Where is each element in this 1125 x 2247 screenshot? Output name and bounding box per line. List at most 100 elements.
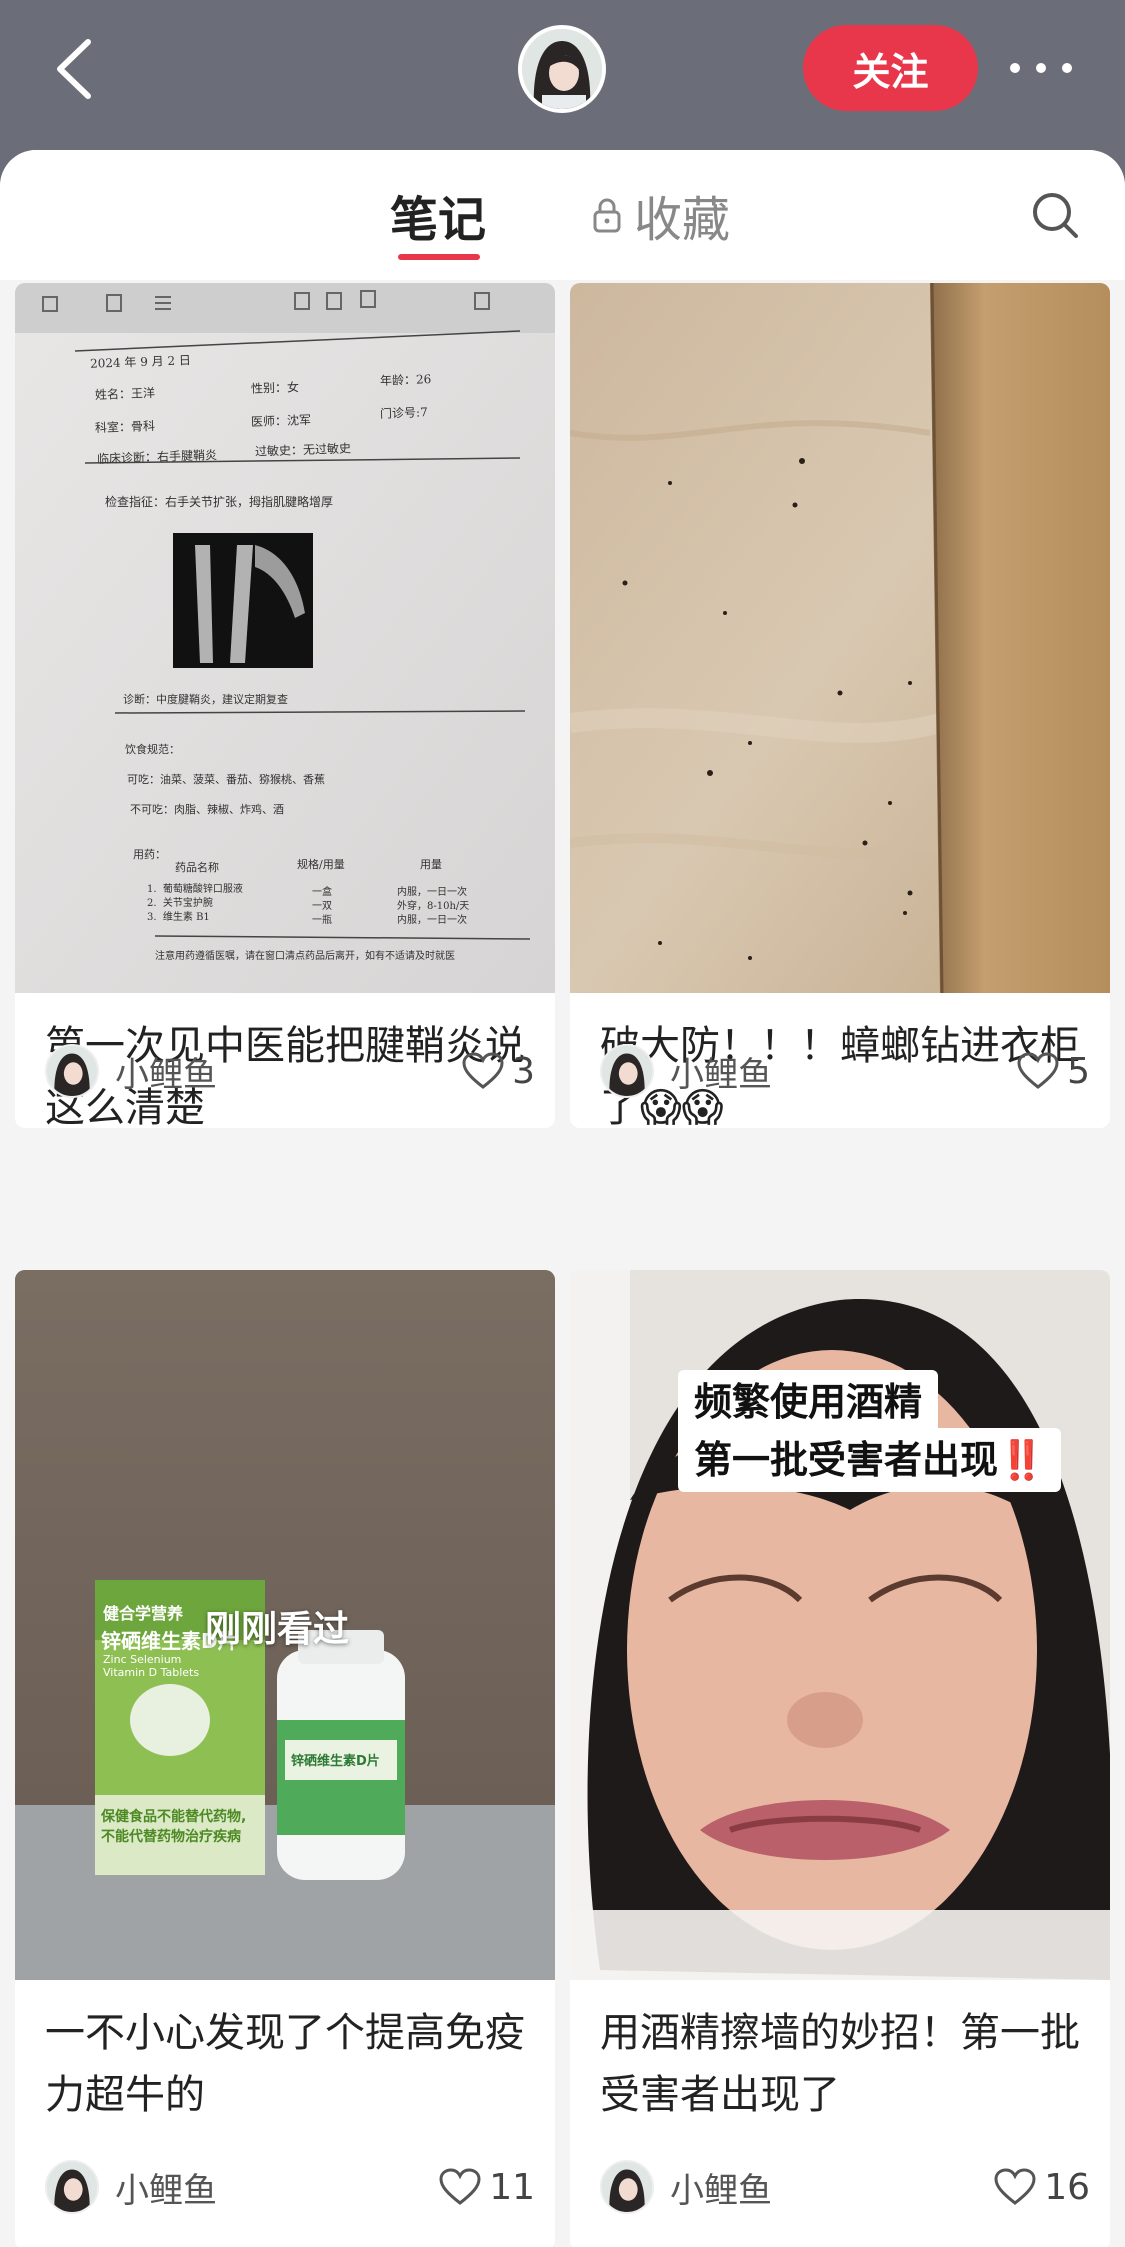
med-no: 3. <box>147 912 157 923</box>
med-name: 关节宝护腕 <box>162 898 213 909</box>
med-no: 1. <box>147 884 157 895</box>
note-card[interactable]: 健合学营养 锌硒维生素D片 Zinc Selenium Vitamin D Ta… <box>15 1270 555 2247</box>
doc-date: 2024 年 9 月 2 日 <box>89 353 192 371</box>
caption-mark: ‼️ <box>998 1438 1046 1482</box>
note-cover-image: 2024 年 9 月 2 日 姓名：王洋 性别：女 年龄：26 科室：骨科 医师… <box>15 283 555 993</box>
med-spec: 一双 <box>312 901 332 912</box>
avatar-image <box>47 2162 97 2212</box>
note-title: 用酒精擦墙的妙招！第一批受害者出现了 <box>600 2010 1080 2118</box>
note-meta: 小鲤鱼 11 <box>45 2157 535 2217</box>
more-button[interactable] <box>1010 48 1072 88</box>
author-name[interactable]: 小鲤鱼 <box>670 1047 772 1096</box>
bottle-name: 锌硒维生素D片 <box>291 1754 380 1769</box>
note-card[interactable]: 破大防！！！蟑螂钻进衣柜了😱😱 小鲤鱼 5 <box>570 283 1110 1128</box>
doc-med-title: 用药： <box>133 848 166 861</box>
heart-icon <box>1017 1052 1059 1089</box>
note-card[interactable]: 2024 年 9 月 2 日 姓名：王洋 性别：女 年龄：26 科室：骨科 医师… <box>15 283 555 1128</box>
doc-clinic-no: 门诊号:7 <box>379 405 428 421</box>
author-avatar[interactable] <box>45 2160 99 2214</box>
author-avatar[interactable] <box>600 2160 654 2214</box>
back-button[interactable] <box>50 36 110 102</box>
med-spec: 一盒 <box>312 887 332 898</box>
tab-notes-label: 笔记 <box>390 192 487 248</box>
more-dot-icon <box>1062 63 1072 73</box>
avatar[interactable] <box>518 25 606 113</box>
doc-med-header-spec: 规格/用量 <box>297 858 345 871</box>
med-name: 维生素 B1 <box>162 912 210 923</box>
tab-active-indicator <box>398 254 480 260</box>
heart-icon <box>994 2168 1036 2205</box>
doc-gender: 性别：女 <box>250 380 300 396</box>
doc-diagnosis: 临床诊断：右手腱鞘炎 <box>96 447 218 467</box>
doc-conclusion: 诊断：中度腱鞘炎，建议定期复查 <box>123 693 288 706</box>
more-dot-icon <box>1036 63 1046 73</box>
note-title: 一不小心发现了个提高免疫力超牛的 <box>45 2010 525 2118</box>
box-warning-2: 不能代替药物治疗疾病 <box>101 1829 241 1845</box>
doc-age: 年龄：26 <box>379 372 432 388</box>
author-avatar[interactable] <box>600 1044 654 1098</box>
med-name: 葡萄糖酸锌口服液 <box>162 884 243 895</box>
more-dot-icon <box>1010 63 1020 73</box>
note-cover-image: 频繁使用酒精 第一批受害者出现‼️ <box>570 1270 1110 1980</box>
author-name[interactable]: 小鲤鱼 <box>670 2163 772 2212</box>
like-count: 16 <box>1044 2166 1090 2208</box>
box-warning-1: 保健食品不能替代药物, <box>101 1809 247 1825</box>
tab-bar: 笔记 收藏 <box>0 150 1125 280</box>
caption-text: 第一批受害者出现 <box>694 1438 999 1482</box>
doc-name: 姓名：王洋 <box>94 385 156 403</box>
box-brand: 健合学营养 <box>103 1604 184 1623</box>
top-bar: 关注 <box>0 0 1125 150</box>
author-name[interactable]: 小鲤鱼 <box>115 1047 217 1096</box>
med-dose: 内服，一日一次 <box>397 887 467 898</box>
med-dose: 外穿，8-10h/天 <box>397 901 470 912</box>
wardrobe-photo <box>570 283 1110 993</box>
doc-med-row: 3. 维生素 B1 <box>147 911 210 925</box>
like-button[interactable]: 11 <box>439 2167 535 2208</box>
box-en1: Zinc Selenium <box>103 1653 182 1666</box>
avatar-image <box>602 2162 652 2212</box>
lock-icon <box>593 198 621 233</box>
like-count: 5 <box>1067 1050 1090 1092</box>
doc-allergy: 过敏史：无过敏史 <box>254 441 352 459</box>
doc-diet-ok: 可吃：油菜、菠菜、番茄、猕猴桃、香蕉 <box>127 773 325 786</box>
chevron-left-icon <box>57 39 91 99</box>
tab-notes[interactable]: 笔记 <box>390 180 486 250</box>
note-meta: 小鲤鱼 16 <box>600 2157 1090 2217</box>
like-button[interactable]: 5 <box>1017 1051 1090 1092</box>
note-card[interactable]: 频繁使用酒精 第一批受害者出现‼️ 用酒精擦墙的妙招！第一批受害者出现了 小鲤鱼… <box>570 1270 1110 2247</box>
heart-icon <box>462 1052 504 1089</box>
doc-med-row: 2. 关节宝护腕 <box>147 897 213 911</box>
note-meta: 小鲤鱼 5 <box>600 1041 1090 1101</box>
med-dose: 内服，一日一次 <box>397 915 467 926</box>
like-button[interactable]: 3 <box>462 1051 535 1092</box>
tab-collect-label: 收藏 <box>634 192 731 248</box>
like-button[interactable]: 16 <box>994 2167 1090 2208</box>
author-name[interactable]: 小鲤鱼 <box>115 2163 217 2212</box>
caption-line-2: 第一批受害者出现‼️ <box>678 1428 1062 1492</box>
caption-line-1: 频繁使用酒精 <box>678 1370 939 1434</box>
doc-diet-title: 饮食规范： <box>125 743 180 756</box>
avatar-image <box>522 29 602 109</box>
doc-med-row: 1. 葡萄糖酸锌口服液 <box>147 883 243 897</box>
search-icon <box>1033 193 1078 238</box>
recently-viewed-label: 刚刚看过 <box>205 1609 350 1650</box>
note-cover-image <box>570 283 1110 993</box>
doc-footer: 注意用药遵循医嘱，请在窗口清点药品后离开，如有不适请及时就医 <box>155 951 455 962</box>
doc-med-header-name: 药品名称 <box>175 861 219 874</box>
doc-doctor: 医师：沈军 <box>250 412 312 430</box>
follow-button[interactable]: 关注 <box>803 25 978 111</box>
heart-icon <box>439 2168 481 2205</box>
like-count: 11 <box>489 2166 535 2208</box>
note-cover-image: 健合学营养 锌硒维生素D片 Zinc Selenium Vitamin D Ta… <box>15 1270 555 1980</box>
avatar-image <box>47 1046 97 1096</box>
search-button[interactable] <box>1030 190 1080 240</box>
author-avatar[interactable] <box>45 1044 99 1098</box>
box-en2: Vitamin D Tablets <box>103 1666 200 1679</box>
tab-collect[interactable]: 收藏 <box>592 180 730 250</box>
doc-med-header-dose: 用量 <box>420 858 442 871</box>
like-count: 3 <box>512 1050 535 1092</box>
doc-exam: 检查指征：右手关节扩张，拇指肌腱略增厚 <box>105 495 334 509</box>
med-no: 2. <box>147 898 157 909</box>
avatar-image <box>602 1046 652 1096</box>
doc-dept: 科室：骨科 <box>94 418 156 436</box>
